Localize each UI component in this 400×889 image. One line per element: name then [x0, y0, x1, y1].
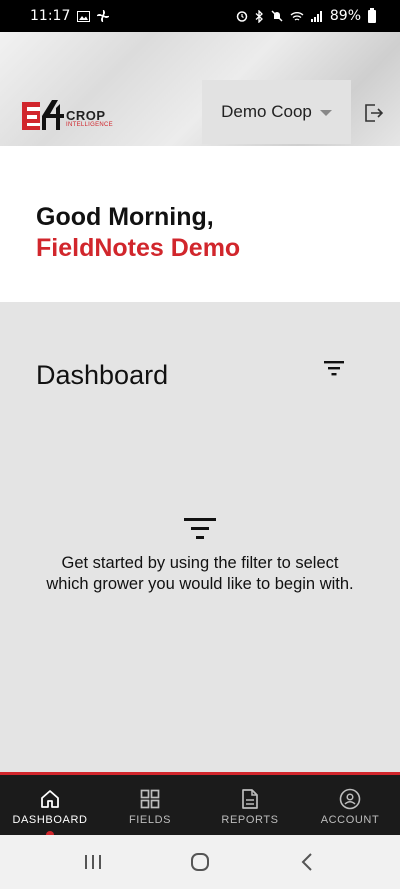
coop-select-value: Demo Coop	[221, 102, 312, 121]
nav-item-fields[interactable]: FIELDS	[100, 775, 200, 835]
bottom-nav: DASHBOARD FIELDS REPORTS ACCOUNT	[0, 772, 400, 839]
battery-level: 89%	[329, 8, 361, 24]
recent-apps-button[interactable]	[81, 850, 105, 874]
back-button[interactable]	[295, 850, 319, 874]
e4-logo-mark	[22, 100, 64, 130]
gallery-icon	[77, 10, 91, 22]
dashboard-title: Dashboard	[36, 360, 169, 390]
nav-item-dashboard[interactable]: DASHBOARD	[0, 775, 100, 839]
home-icon	[41, 790, 59, 808]
bluetooth-icon	[255, 9, 263, 23]
status-bar: 11:17 89%	[0, 0, 400, 32]
back-icon	[301, 853, 312, 871]
chevron-down-icon	[319, 110, 332, 116]
grid-icon	[140, 789, 160, 809]
status-right: 89%	[236, 7, 376, 24]
wifi-icon	[290, 11, 304, 21]
home-circle-icon	[190, 853, 209, 871]
brand-logo: CROP INTELLIGENCE	[22, 96, 113, 130]
greeting-text: Good Morning,	[36, 203, 214, 231]
logout-icon[interactable]	[362, 102, 384, 124]
filter-icon[interactable]	[322, 359, 346, 377]
nav-label-account: ACCOUNT	[320, 814, 380, 826]
status-left: 11:17	[30, 8, 110, 24]
logo-text: CROP INTELLIGENCE	[66, 108, 113, 129]
mute-icon	[271, 10, 283, 22]
logo-crop: CROP	[66, 108, 106, 123]
fan-icon	[97, 10, 110, 22]
nav-label-fields: FIELDS	[128, 814, 172, 826]
status-time: 11:17	[30, 8, 71, 24]
nav-item-reports[interactable]: REPORTS	[200, 775, 300, 835]
nav-label-reports: REPORTS	[221, 814, 279, 826]
filter-illustration-icon	[184, 518, 216, 539]
document-icon	[242, 789, 258, 809]
dashboard-panel: Dashboard Get started by using the filte…	[0, 302, 400, 772]
nav-item-account[interactable]: ACCOUNT	[300, 775, 400, 835]
recent-apps-icon	[85, 855, 102, 869]
home-button[interactable]	[188, 850, 212, 874]
empty-state-message: Get started by using the filter to selec…	[46, 554, 354, 593]
alarm-icon	[236, 11, 248, 22]
coop-select[interactable]: Demo Coop	[202, 80, 351, 144]
greeting-section: Good Morning, FieldNotes Demo	[0, 146, 400, 302]
system-nav-bar	[0, 835, 400, 889]
account-icon	[339, 788, 361, 810]
logo-intelligence: INTELLIGENCE	[66, 122, 113, 128]
nav-label-dashboard: DASHBOARD	[12, 814, 88, 826]
user-name: FieldNotes Demo	[36, 234, 241, 262]
signal-icon	[310, 10, 322, 22]
battery-icon	[368, 7, 376, 23]
app-header: CROP INTELLIGENCE Demo Coop	[0, 32, 400, 146]
